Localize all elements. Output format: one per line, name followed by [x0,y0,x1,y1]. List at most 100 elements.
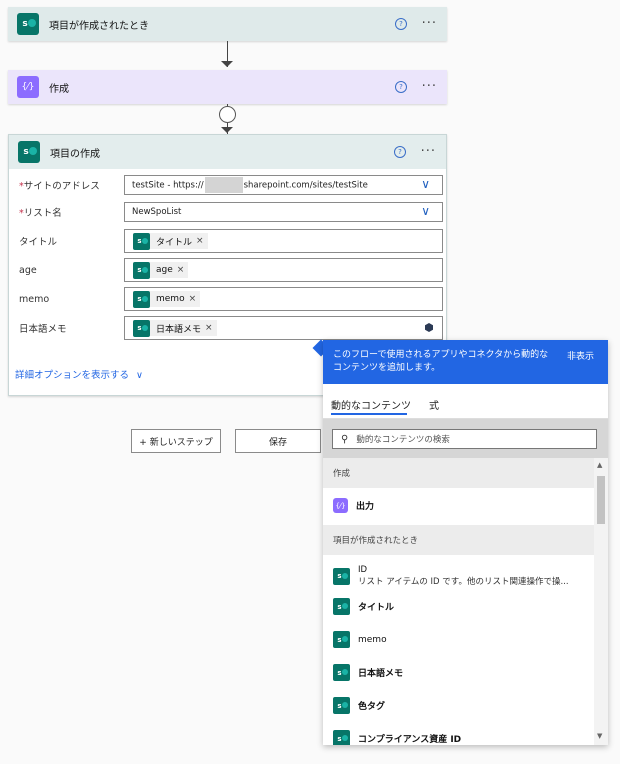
scroll-down-icon[interactable]: ▼ [597,732,602,740]
dynamic-token[interactable]: s 日本語メモ × [133,319,217,337]
create-item-card-header[interactable]: s 項目の作成 ? ··· [9,135,446,169]
scrollbar-thumb[interactable] [597,476,605,524]
item-name: 色タグ [358,702,386,712]
save-button[interactable]: 保存 [235,429,321,453]
remove-token-icon[interactable]: × [196,236,204,246]
item-description: リスト アイテムの ID です。他のリスト関連操作で操... [358,577,569,587]
trigger-card[interactable]: s 項目が作成されたとき ? ··· [8,7,447,41]
list-name-dropdown[interactable]: NewSpoList ∨ [124,202,443,222]
connector-arrow-icon [221,61,233,67]
memo-field-row: memo [19,287,114,311]
sharepoint-icon: s [18,141,40,163]
sharepoint-icon: s [133,319,150,337]
dynamic-content-list: 作成 {⁄} 出力 項目が作成されたとき s ID リスト アイテムの ID で… [323,458,594,745]
title-field-row: タイトル [19,229,114,253]
compose-card[interactable]: {⁄} 作成 ? ··· [8,70,447,104]
sharepoint-icon: s [133,290,150,308]
memo-field-input[interactable]: s memo × [124,287,443,311]
token-label: タイトル [156,237,193,248]
search-placeholder: 動的なコンテンツの検索 [356,435,450,445]
japanese-memo-field-input[interactable]: s 日本語メモ × [124,316,443,340]
site-address-dropdown[interactable]: testSite - https://sharepoint.com/sites/… [124,175,443,195]
sharepoint-icon: s [133,232,150,250]
list-name-value: NewSpoList [132,207,182,217]
japanese-memo-field-label: 日本語メモ [19,324,67,335]
dynamic-content-banner: このフローで使用されるアプリやコネクタから動的な コンテンツを追加します。 非表… [323,340,608,384]
add-dynamic-content-icon[interactable] [425,323,433,332]
title-field-label: タイトル [19,237,58,248]
compose-icon: {⁄} [333,498,348,513]
list-name-label: *リスト名 [19,208,62,219]
compose-card-header[interactable]: {⁄} 作成 ? ··· [8,70,447,104]
list-item-title[interactable]: s タイトル [333,598,394,615]
item-name: コンプライアンス資産 ID [358,735,462,745]
dynamic-content-panel[interactable]: このフローで使用されるアプリやコネクタから動的な コンテンツを追加します。 非表… [323,340,608,745]
sharepoint-icon: s [333,567,350,585]
memo-field-label: memo [19,293,50,305]
scroll-up-icon[interactable]: ▲ [597,461,602,469]
site-address-value: testSite - https://sharepoint.com/sites/… [132,177,368,193]
item-name: タイトル [358,603,395,613]
list-name-row: *リスト名 [19,202,114,222]
list-item-japanese-memo[interactable]: s 日本語メモ [333,664,403,681]
item-name: 出力 [356,502,375,512]
search-icon: ⚲ [341,433,349,445]
chevron-down-icon[interactable]: ∨ [421,177,430,191]
compose-icon: {⁄} [17,76,39,98]
remove-token-icon[interactable]: × [189,294,197,304]
site-address-label: *サイトのアドレス [19,181,100,192]
insert-step-circle[interactable] [219,106,236,123]
connector-arrow-icon [221,127,233,133]
chevron-down-icon[interactable]: ∨ [421,204,430,218]
more-options-icon[interactable]: ··· [421,144,436,159]
list-item-memo[interactable]: s memo [333,631,387,648]
search-band: ⚲ 動的なコンテンツの検索 [323,419,608,459]
chevron-down-icon: ∨ [136,370,144,381]
remove-token-icon[interactable]: × [205,323,213,333]
active-tab-indicator [331,413,407,415]
more-options-icon[interactable]: ··· [422,16,437,31]
list-item-id[interactable]: s ID リスト アイテムの ID です。他のリスト関連操作で操... [333,565,569,587]
sharepoint-icon: s [333,664,350,681]
dynamic-content-search-input[interactable]: ⚲ 動的なコンテンツの検索 [332,429,597,449]
sharepoint-icon: s [333,598,350,615]
tab-expression[interactable]: 式 [429,397,439,412]
sharepoint-icon: s [333,697,350,714]
help-icon[interactable]: ? [395,18,407,30]
japanese-memo-field-row: 日本語メモ [19,316,114,340]
sharepoint-icon: s [333,631,350,648]
age-field-row: age [19,258,114,282]
trigger-card-title: 項目が作成されたとき [49,20,149,32]
list-item-compliance-asset-id[interactable]: s コンプライアンス資産 ID [333,730,461,745]
section-header-trigger: 項目が作成されたとき [323,525,594,555]
token-label: 日本語メモ [156,324,202,335]
panel-tabs: 動的なコンテンツ 式 [323,384,608,419]
remove-token-icon[interactable]: × [177,265,185,275]
site-address-row: *サイトのアドレス [19,175,114,195]
list-item-color-tag[interactable]: s 色タグ [333,697,385,714]
new-step-button[interactable]: + 新しいステップ [131,429,221,453]
dynamic-token[interactable]: s タイトル × [133,232,208,250]
dynamic-token[interactable]: s age × [133,261,189,279]
help-icon[interactable]: ? [394,146,406,158]
age-field-input[interactable]: s age × [124,258,443,282]
token-label: age [156,265,173,275]
sharepoint-icon: s [333,730,350,745]
hide-panel-link[interactable]: 非表示 [567,349,594,362]
item-name: 日本語メモ [358,669,404,679]
dynamic-token[interactable]: s memo × [133,290,201,308]
help-icon[interactable]: ? [395,81,407,93]
more-options-icon[interactable]: ··· [422,79,437,94]
trigger-card-header[interactable]: s 項目が作成されたとき ? ··· [8,7,447,41]
list-item-output[interactable]: {⁄} 出力 [333,498,374,513]
compose-card-title: 作成 [49,83,69,95]
sharepoint-icon: s [17,13,39,35]
age-field-label: age [19,264,37,276]
advanced-options-link[interactable]: 詳細オプションを表示する ∨ [15,367,143,381]
sharepoint-icon: s [133,261,150,279]
title-field-input[interactable]: s タイトル × [124,229,443,253]
token-label: memo [156,294,185,304]
tab-dynamic-content[interactable]: 動的なコンテンツ [331,397,411,412]
section-header-compose: 作成 [323,458,594,488]
banner-text: このフローで使用されるアプリやコネクタから動的な コンテンツを追加します。 [333,350,549,373]
